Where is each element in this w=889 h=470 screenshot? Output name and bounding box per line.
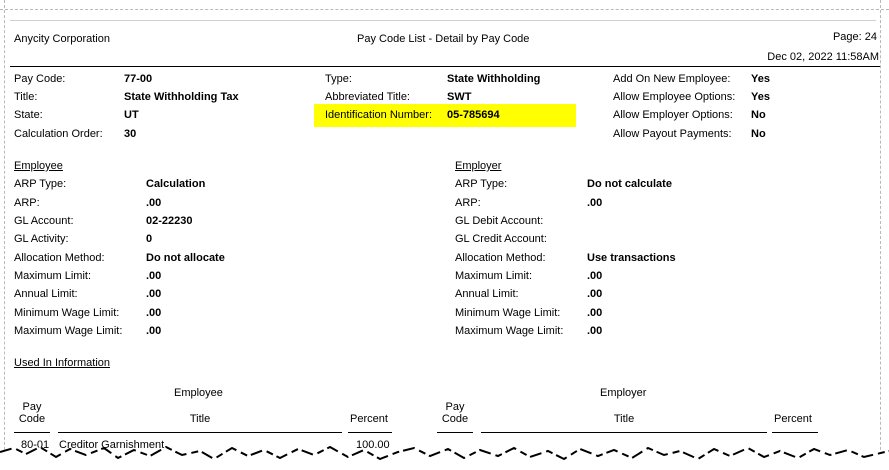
employer-arp-type-value: Do not calculate xyxy=(587,178,672,190)
allow-employee-options-value: Yes xyxy=(751,91,770,103)
abbreviated-title-value: SWT xyxy=(447,91,472,103)
employee-gl-activity-value: 0 xyxy=(146,233,153,245)
state-label: State: xyxy=(14,109,43,121)
employer-minimum-wage-limit-label: Minimum Wage Limit: xyxy=(455,307,561,319)
page-margin-top xyxy=(0,9,889,10)
employer-col-code-header: Code xyxy=(441,413,469,425)
employer-gl-credit-account-label: GL Credit Account: xyxy=(455,233,547,245)
report-title: Pay Code List - Detail by Pay Code xyxy=(357,33,530,45)
used-in-employee-group: Employee xyxy=(174,387,223,399)
employee-allocation-method-value: Do not allocate xyxy=(146,252,225,264)
abbreviated-title-label: Abbreviated Title: xyxy=(325,91,410,103)
title-value: State Withholding Tax xyxy=(124,91,239,103)
employee-gl-activity-label: GL Activity: xyxy=(14,233,69,245)
allow-employee-options-label: Allow Employee Options: xyxy=(613,91,736,103)
employer-maximum-limit-value: .00 xyxy=(587,270,603,282)
page-margin-left xyxy=(4,0,5,470)
employee-allocation-method-label: Allocation Method: xyxy=(14,252,105,264)
allow-employer-options-value: No xyxy=(751,109,766,121)
employer-gl-debit-account-label: GL Debit Account: xyxy=(455,215,544,227)
company-name: Anycity Corporation xyxy=(14,33,110,45)
type-value: State Withholding xyxy=(447,73,541,85)
calculation-order-value: 30 xyxy=(124,128,137,140)
employee-gl-account-label: GL Account: xyxy=(14,215,74,227)
allow-payout-payments-label: Allow Payout Payments: xyxy=(613,128,732,140)
employee-arp-label: ARP: xyxy=(14,197,40,209)
state-value: UT xyxy=(124,109,139,121)
employee-col-percent-header: Percent xyxy=(350,413,388,425)
employer-maximum-wage-limit-label: Maximum Wage Limit: xyxy=(455,325,564,337)
used-in-employer-group: Employer xyxy=(600,387,647,399)
add-on-new-employee-value: Yes xyxy=(751,73,770,85)
identification-number-label: Identification Number: xyxy=(325,109,432,121)
employee-minimum-wage-limit-label: Minimum Wage Limit: xyxy=(14,307,120,319)
employee-arp-type-value: Calculation xyxy=(146,178,206,190)
employer-minimum-wage-limit-value: .00 xyxy=(587,307,603,319)
torn-edge xyxy=(0,445,889,470)
employee-gl-account-value: 02-22230 xyxy=(146,215,193,227)
employer-col-title-header: Title xyxy=(613,413,635,425)
employer-col-percent-header: Percent xyxy=(774,413,812,425)
employee-arp-type-label: ARP Type: xyxy=(14,178,67,190)
employer-annual-limit-value: .00 xyxy=(587,288,603,300)
page-margin-right xyxy=(880,0,881,470)
employer-allocation-method-value: Use transactions xyxy=(587,252,676,264)
type-label: Type: xyxy=(325,73,352,85)
calculation-order-label: Calculation Order: xyxy=(14,128,103,140)
employer-annual-limit-label: Annual Limit: xyxy=(455,288,519,300)
employer-maximum-limit-label: Maximum Limit: xyxy=(455,270,533,282)
employee-col-code-header: Code xyxy=(18,413,46,425)
employee-annual-limit-label: Annual Limit: xyxy=(14,288,78,300)
employee-arp-value: .00 xyxy=(146,197,162,209)
employer-section-heading: Employer xyxy=(455,160,502,172)
employee-maximum-wage-limit-label: Maximum Wage Limit: xyxy=(14,325,123,337)
allow-employer-options-label: Allow Employer Options: xyxy=(613,109,733,121)
employee-section-heading: Employee xyxy=(14,160,63,172)
header-bottom-rule xyxy=(10,66,880,67)
employer-maximum-wage-limit-value: .00 xyxy=(587,325,603,337)
pay-code-value: 77-00 xyxy=(124,73,153,85)
employee-col-title-header: Title xyxy=(189,413,211,425)
allow-payout-payments-value: No xyxy=(751,128,766,140)
page-number: Page: 24 xyxy=(832,31,877,43)
employee-annual-limit-value: .00 xyxy=(146,288,162,300)
employer-arp-value: .00 xyxy=(587,197,603,209)
pay-code-label: Pay Code: xyxy=(14,73,66,85)
employer-arp-label: ARP: xyxy=(455,197,481,209)
employee-maximum-limit-value: .00 xyxy=(146,270,162,282)
employer-arp-type-label: ARP Type: xyxy=(455,178,508,190)
title-label: Title: xyxy=(14,91,38,103)
employee-minimum-wage-limit-value: .00 xyxy=(146,307,162,319)
report-datetime: Dec 02, 2022 11:58AM xyxy=(767,51,879,63)
employee-maximum-limit-label: Maximum Limit: xyxy=(14,270,92,282)
used-in-heading: Used In Information xyxy=(14,357,110,369)
header-top-rule xyxy=(10,20,876,21)
add-on-new-employee-label: Add On New Employee: xyxy=(613,73,731,85)
employee-maximum-wage-limit-value: .00 xyxy=(146,325,162,337)
identification-number-value: 05-785694 xyxy=(447,109,500,121)
employer-allocation-method-label: Allocation Method: xyxy=(455,252,546,264)
